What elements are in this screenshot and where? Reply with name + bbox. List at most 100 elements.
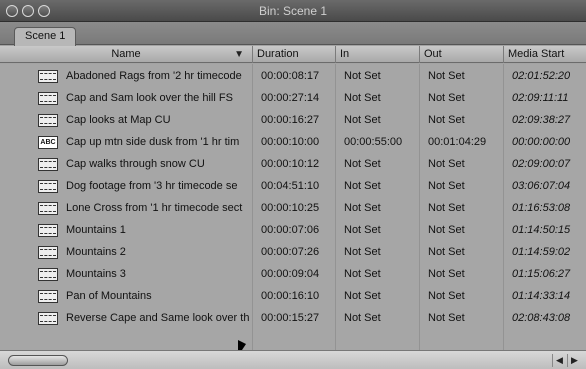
table-row[interactable]: Cap walks through snow CU 00:00:10:12 Not … bbox=[0, 153, 586, 175]
table-row[interactable]: Cap and Sam look over the hill FS 00:00:2… bbox=[0, 87, 586, 109]
window-title: Bin: Scene 1 bbox=[258, 4, 328, 18]
bin-window: Bin: Scene 1 Scene 1 Name ▼ Duration In … bbox=[0, 0, 586, 369]
cell-out: 00:01:04:29 bbox=[428, 136, 487, 148]
video-clip-icon bbox=[38, 224, 58, 237]
table-row[interactable]: Mountains 2 00:00:07:26 Not Set Not Set 01:1… bbox=[0, 241, 586, 263]
cell-media-start: 02:09:38:27 bbox=[512, 114, 571, 126]
horizontal-scrollbar[interactable]: ◀ ▶ bbox=[0, 350, 586, 369]
cell-in: Not Set bbox=[344, 202, 381, 214]
video-clip-icon bbox=[38, 268, 58, 281]
cell-name: Cap looks at Map CU bbox=[66, 114, 171, 126]
clip-list: Abadoned Rags from '2 hr timecode 00:00:0… bbox=[0, 64, 586, 350]
video-clip-icon bbox=[38, 70, 58, 83]
cell-out: Not Set bbox=[428, 268, 465, 280]
video-clip-icon bbox=[38, 290, 58, 303]
cell-out: Not Set bbox=[428, 290, 465, 302]
cell-duration: 00:00:10:25 bbox=[261, 202, 320, 214]
scroll-right-arrow-icon[interactable]: ▶ bbox=[567, 354, 581, 367]
video-clip-icon bbox=[38, 312, 58, 325]
cell-media-start: 00:00:00:00 bbox=[512, 136, 571, 148]
cell-duration: 00:00:15:27 bbox=[261, 312, 320, 324]
cell-duration: 00:00:09:04 bbox=[261, 268, 320, 280]
cell-media-start: 02:08:43:08 bbox=[512, 312, 571, 324]
cell-in: Not Set bbox=[344, 290, 381, 302]
cell-duration: 00:00:27:14 bbox=[261, 92, 320, 104]
cell-name: Cap and Sam look over the hill FS bbox=[66, 92, 233, 104]
table-row[interactable]: Cap looks at Map CU 00:00:16:27 Not Set Not… bbox=[0, 109, 586, 131]
video-clip-icon bbox=[38, 202, 58, 215]
cell-in: Not Set bbox=[344, 70, 381, 82]
text-clip-icon: ABC bbox=[38, 136, 58, 149]
sort-descending-icon[interactable]: ▼ bbox=[234, 46, 244, 63]
table-row[interactable]: Mountains 1 00:00:07:06 Not Set Not Set 01:1… bbox=[0, 219, 586, 241]
column-header-duration[interactable]: Duration bbox=[253, 46, 336, 63]
cell-media-start: 01:15:06:27 bbox=[512, 268, 571, 280]
cell-out: Not Set bbox=[428, 70, 465, 82]
table-row[interactable]: Lone Cross from '1 hr timecode sect 00:00… bbox=[0, 197, 586, 219]
tab-strip: Scene 1 bbox=[0, 22, 586, 46]
table-row[interactable]: Mountains 3 00:00:09:04 Not Set Not Set 01:1… bbox=[0, 263, 586, 285]
video-clip-icon bbox=[38, 180, 58, 193]
cell-name: Pan of Mountains bbox=[66, 290, 152, 302]
column-header-name-label: Name bbox=[111, 48, 141, 60]
cell-media-start: 01:16:53:08 bbox=[512, 202, 571, 214]
cell-name: Cap up mtn side dusk from '1 hr tim bbox=[66, 136, 240, 148]
cell-duration: 00:04:51:10 bbox=[261, 180, 320, 192]
table-row[interactable]: Reverse Cape and Same look over th 00:00:… bbox=[0, 307, 586, 329]
cell-media-start: 01:14:59:02 bbox=[512, 246, 571, 258]
column-header-in[interactable]: In bbox=[336, 46, 420, 63]
cell-name: Lone Cross from '1 hr timecode sect bbox=[66, 202, 243, 214]
table-row[interactable]: Pan of Mountains 00:00:16:10 Not Set Not Se… bbox=[0, 285, 586, 307]
cell-name: Dog footage from '3 hr timecode se bbox=[66, 180, 238, 192]
cell-in: Not Set bbox=[344, 114, 381, 126]
cell-media-start: 03:06:07:04 bbox=[512, 180, 571, 192]
cell-duration: 00:00:16:10 bbox=[261, 290, 320, 302]
cell-out: Not Set bbox=[428, 246, 465, 258]
cell-duration: 00:00:07:06 bbox=[261, 224, 320, 236]
cell-media-start: 02:09:11:11 bbox=[512, 92, 569, 104]
title-bar: Bin: Scene 1 bbox=[0, 0, 586, 22]
cell-duration: 00:00:07:26 bbox=[261, 246, 320, 258]
cell-duration: 00:00:08:17 bbox=[261, 70, 320, 82]
cell-in: Not Set bbox=[344, 158, 381, 170]
cell-duration: 00:00:16:27 bbox=[261, 114, 320, 126]
cell-out: Not Set bbox=[428, 202, 465, 214]
scrollbar-thumb[interactable] bbox=[8, 355, 68, 366]
cell-media-start: 01:14:33:14 bbox=[512, 290, 571, 302]
column-header-out[interactable]: Out bbox=[420, 46, 504, 63]
table-row[interactable]: Dog footage from '3 hr timecode se 00:04:… bbox=[0, 175, 586, 197]
cell-name: Mountains 1 bbox=[66, 224, 126, 236]
cell-name: Reverse Cape and Same look over th bbox=[66, 312, 250, 324]
video-clip-icon bbox=[38, 158, 58, 171]
cell-out: Not Set bbox=[428, 92, 465, 104]
scroll-left-arrow-icon[interactable]: ◀ bbox=[552, 354, 566, 367]
cell-in: 00:00:55:00 bbox=[344, 136, 403, 148]
column-header-row: Name ▼ Duration In Out Media Start bbox=[0, 46, 586, 63]
cell-name: Mountains 3 bbox=[66, 268, 126, 280]
cell-duration: 00:00:10:00 bbox=[261, 136, 320, 148]
cell-out: Not Set bbox=[428, 224, 465, 236]
cell-in: Not Set bbox=[344, 268, 381, 280]
cell-name: Abadoned Rags from '2 hr timecode bbox=[66, 70, 242, 82]
cell-duration: 00:00:10:12 bbox=[261, 158, 320, 170]
cell-in: Not Set bbox=[344, 224, 381, 236]
cell-out: Not Set bbox=[428, 180, 465, 192]
cell-in: Not Set bbox=[344, 92, 381, 104]
table-row[interactable]: ABC Cap up mtn side dusk from '1 hr tim 00… bbox=[0, 131, 586, 153]
column-header-name[interactable]: Name ▼ bbox=[0, 46, 253, 63]
video-clip-icon bbox=[38, 114, 58, 127]
video-clip-icon bbox=[38, 246, 58, 259]
cell-out: Not Set bbox=[428, 158, 465, 170]
tab-scene-1[interactable]: Scene 1 bbox=[14, 27, 77, 46]
column-header-media-start[interactable]: Media Start bbox=[504, 46, 586, 63]
cell-in: Not Set bbox=[344, 312, 381, 324]
cell-media-start: 02:01:52:20 bbox=[512, 70, 571, 82]
video-clip-icon bbox=[38, 92, 58, 105]
cell-in: Not Set bbox=[344, 246, 381, 258]
cell-name: Cap walks through snow CU bbox=[66, 158, 205, 170]
cell-media-start: 02:09:00:07 bbox=[512, 158, 571, 170]
table-row[interactable]: Abadoned Rags from '2 hr timecode 00:00:0… bbox=[0, 65, 586, 87]
cell-name: Mountains 2 bbox=[66, 246, 126, 258]
cell-media-start: 01:14:50:15 bbox=[512, 224, 571, 236]
cell-out: Not Set bbox=[428, 312, 465, 324]
